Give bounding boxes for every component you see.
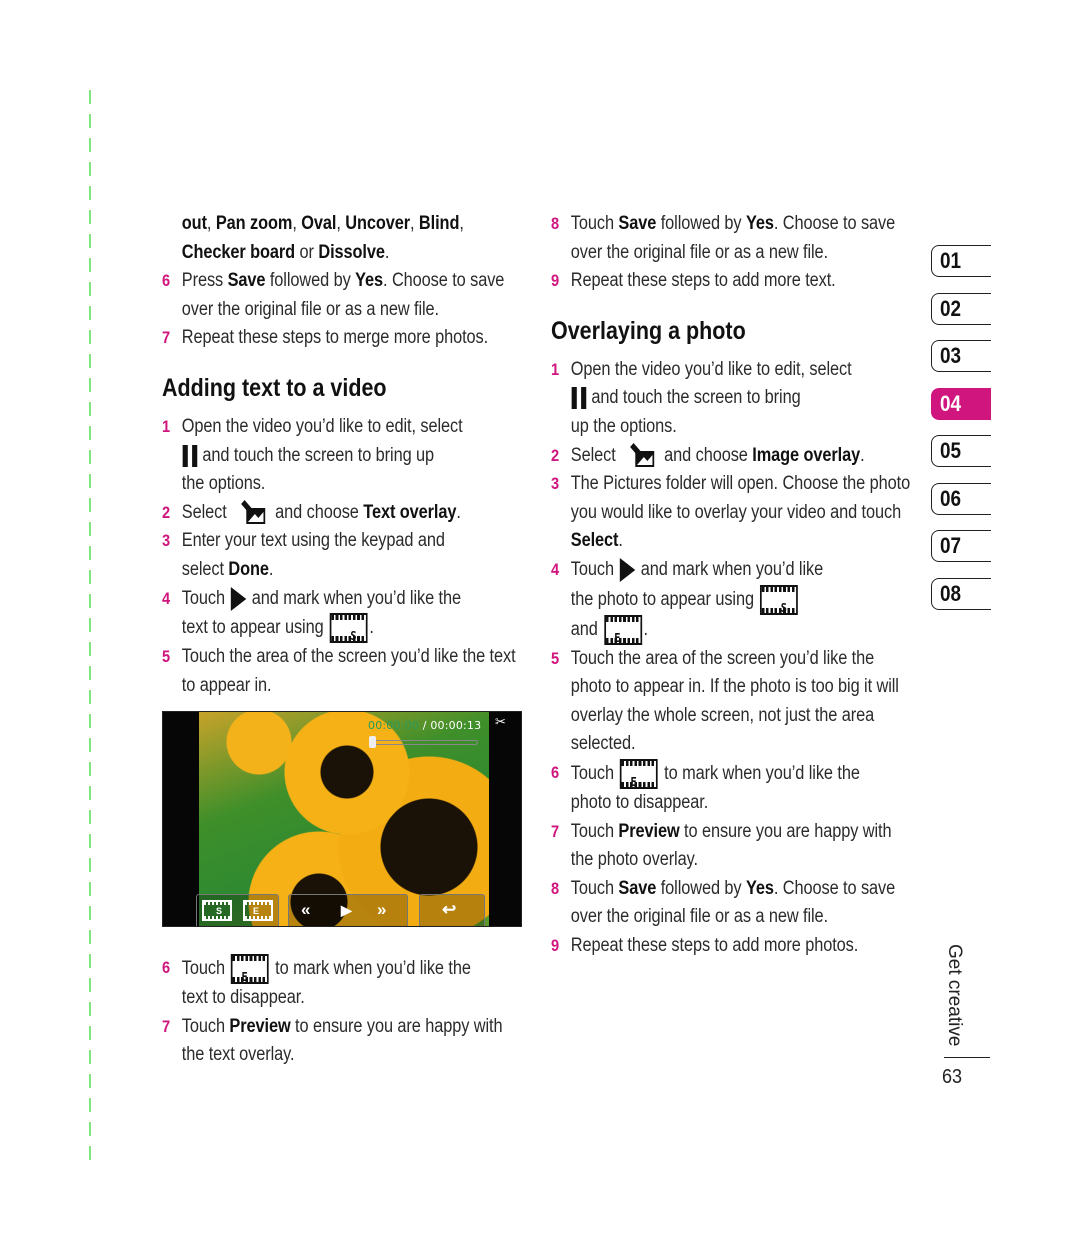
- start-mark-button[interactable]: S: [202, 900, 232, 921]
- footer-rule: [944, 1057, 990, 1058]
- photo-step-1: 1 Open the video you’d like to edit, sel…: [551, 356, 915, 442]
- chapter-tab-03[interactable]: 03: [931, 340, 991, 372]
- pause-icon: [182, 444, 199, 467]
- step-number: 4: [162, 588, 171, 608]
- chapter-tab-08[interactable]: 08: [931, 578, 991, 610]
- pause-icon: [571, 387, 588, 410]
- chapter-tab-02[interactable]: 02: [931, 293, 991, 325]
- playback-controls: « ▶ »: [288, 894, 408, 926]
- step-number: 6: [551, 762, 560, 782]
- text-step-7: 7 Touch Preview to ensure you are happy …: [162, 1013, 526, 1070]
- section-label: Get creative: [944, 944, 965, 1047]
- text-step-9: 9 Repeat these steps to add more text.: [551, 267, 915, 296]
- section-title-adding-text: Adding text to a video: [162, 373, 387, 402]
- photo-step-2: 2 Select and choose Image overlay.: [551, 442, 915, 471]
- step-number: 2: [551, 445, 560, 465]
- end-mark-button[interactable]: E: [243, 900, 273, 921]
- text-step-6: 6 Touch E to mark when you’d like the te…: [162, 954, 526, 1013]
- start-mark-icon: S: [760, 584, 798, 615]
- text-step-4: 4 Touch and mark when you’d like the tex…: [162, 585, 526, 644]
- chapter-tab-07[interactable]: 07: [931, 530, 991, 562]
- play-icon: [620, 557, 636, 582]
- photo-step-5: 5 Touch the area of the screen you’d lik…: [551, 645, 915, 759]
- text-step-3: 3 Enter your text using the keypad and s…: [162, 527, 526, 584]
- seek-bar[interactable]: [370, 740, 478, 745]
- step-number: 7: [551, 821, 560, 841]
- step-number: 8: [551, 878, 560, 898]
- step-number: 5: [551, 648, 560, 668]
- page-number: 63: [942, 1066, 963, 1088]
- chapter-tab-01[interactable]: 01: [931, 245, 991, 277]
- step-number: 6: [162, 958, 171, 977]
- text-step-2: 2 Select and choose Text overlay.: [162, 499, 526, 528]
- transition-list: out, Pan zoom, Oval, Uncover, Blind, Che…: [181, 213, 464, 263]
- forward-button[interactable]: »: [377, 900, 386, 920]
- end-mark-icon: E: [620, 758, 658, 789]
- time-readout: 00:00:00 / 00:00:13: [368, 719, 482, 732]
- text-step-5: 5 Touch the area of the screen you’d lik…: [162, 643, 526, 700]
- video-editor-screenshot: 00:00:00 / 00:00:13 ✂ S E « ▶ » ↩: [162, 711, 522, 927]
- end-mark-icon: E: [603, 614, 642, 645]
- start-mark-icon: S: [329, 613, 368, 644]
- step-number: 9: [551, 935, 560, 955]
- step-number: 5: [162, 647, 171, 667]
- step-number: 1: [162, 416, 171, 436]
- left-column: out, Pan zoom, Oval, Uncover, Blind, Che…: [162, 210, 527, 700]
- photo-step-6: 6 Touch E to mark when you’d like the ph…: [551, 758, 915, 818]
- cut-icon[interactable]: ✂: [495, 715, 513, 729]
- right-column: 8 Touch Save followed by Yes. Choose to …: [551, 210, 916, 960]
- chapter-tab-04[interactable]: 04: [931, 388, 991, 420]
- photo-step-3: 3 The Pictures folder will open. Choose …: [551, 470, 915, 556]
- step-number: 7: [162, 1016, 171, 1036]
- margin-guide: [89, 90, 91, 1170]
- step-number: 8: [551, 214, 560, 233]
- step-number: 4: [551, 559, 560, 579]
- photo-step-8: 8 Touch Save followed by Yes. Choose to …: [551, 875, 915, 932]
- back-controls: ↩: [419, 894, 485, 926]
- step-number: 2: [162, 502, 171, 522]
- rewind-button[interactable]: «: [301, 900, 310, 920]
- photo-step-9: 9 Repeat these steps to add more photos.: [551, 932, 915, 961]
- step-number: 9: [551, 271, 560, 291]
- edit-tools-icon: [624, 442, 657, 469]
- back-button[interactable]: ↩: [442, 900, 456, 920]
- seek-knob[interactable]: [369, 736, 376, 748]
- play-icon: [231, 586, 247, 611]
- merge-step-7: 7 Repeat these steps to merge more photo…: [162, 324, 526, 353]
- chapter-tab-06[interactable]: 06: [931, 483, 991, 515]
- end-mark-icon: E: [231, 954, 269, 984]
- step-number: 3: [551, 474, 560, 494]
- chapter-tab-05[interactable]: 05: [931, 435, 991, 467]
- photo-step-4: 4 Touch and mark when you’d like the pho…: [551, 556, 915, 645]
- photo-step-7: 7 Touch Preview to ensure you are happy …: [551, 818, 915, 875]
- step-number: 1: [551, 359, 560, 379]
- left-column-bottom: 6 Touch E to mark when you’d like the te…: [162, 954, 527, 1070]
- text-step-1: 1 Open the video you’d like to edit, sel…: [162, 413, 526, 499]
- merge-step-6: 6 Press Save followed by Yes. Choose to …: [162, 267, 526, 324]
- step-number: 7: [162, 328, 171, 348]
- mark-controls: S E: [196, 894, 279, 926]
- text-step-8: 8 Touch Save followed by Yes. Choose to …: [551, 210, 915, 267]
- step-number: 6: [162, 271, 171, 291]
- edit-tools-icon: [235, 499, 268, 526]
- play-button[interactable]: ▶: [341, 900, 352, 920]
- step-number: 3: [162, 531, 171, 551]
- section-title-overlaying-photo: Overlaying a photo: [551, 316, 746, 345]
